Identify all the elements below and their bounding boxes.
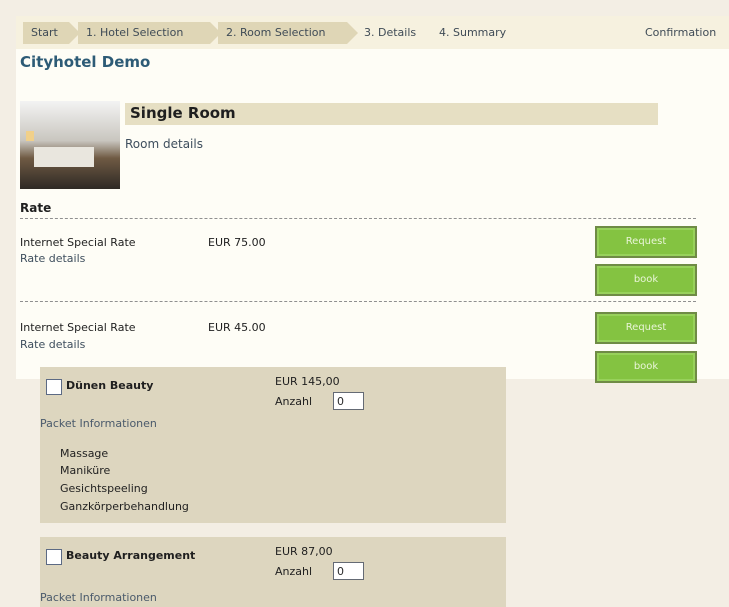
- breadcrumb-start-label: Start: [31, 26, 58, 39]
- package-name-2: Beauty Arrangement: [66, 549, 196, 562]
- room-details-link[interactable]: Room details: [125, 137, 203, 151]
- breadcrumb-start[interactable]: Start: [23, 22, 80, 44]
- rate-details-link-1[interactable]: Rate details: [20, 252, 85, 265]
- package-card: Beauty Arrangement EUR 87,00 Anzahl 0 Pa…: [40, 537, 506, 607]
- breadcrumb-details: 3. Details: [364, 26, 417, 39]
- breadcrumb-confirmation: Confirmation: [645, 26, 717, 39]
- breadcrumb-room-selection-label: 2. Room Selection: [226, 26, 326, 39]
- rate-name-1: Internet Special Rate: [20, 236, 136, 249]
- book-button-1[interactable]: book: [595, 264, 697, 296]
- rate-price-2: EUR 45.00: [208, 321, 266, 334]
- rate-details-link-2[interactable]: Rate details: [20, 338, 85, 351]
- package-checkbox-1[interactable]: [46, 379, 62, 395]
- request-button-1[interactable]: Request: [595, 226, 697, 258]
- service-item: Maniküre: [60, 464, 111, 477]
- breadcrumb-hotel-selection-label: 1. Hotel Selection: [86, 26, 184, 39]
- package-price-2: EUR 87,00: [275, 545, 333, 558]
- package-card: Dünen Beauty EUR 145,00 Anzahl 0 Packet …: [40, 367, 506, 523]
- room-photo: [20, 101, 120, 189]
- packet-info-link-1[interactable]: Packet Informationen: [40, 417, 157, 430]
- divider: [20, 301, 696, 302]
- anzahl-label-2: Anzahl: [275, 565, 313, 578]
- breadcrumb-summary: 4. Summary: [439, 26, 507, 39]
- hotel-title: Cityhotel Demo: [20, 53, 151, 71]
- breadcrumb-hotel-selection[interactable]: 1. Hotel Selection: [78, 22, 221, 44]
- room-name: Single Room: [130, 104, 236, 122]
- quantity-input-2[interactable]: 0: [333, 562, 364, 580]
- request-button-2[interactable]: Request: [595, 312, 697, 344]
- breadcrumb-room-selection[interactable]: 2. Room Selection: [218, 22, 358, 44]
- room-rates-panel: Cityhotel Demo Single Room Room details …: [16, 49, 729, 383]
- rate-name-2: Internet Special Rate: [20, 321, 136, 334]
- bed-shape: [34, 147, 94, 167]
- service-item: Ganzkörperbehandlung: [60, 500, 189, 513]
- package-name-1: Dünen Beauty: [66, 379, 154, 392]
- booking-page: Start 1. Hotel Selection 2. Room Selecti…: [16, 16, 729, 607]
- anzahl-label-1: Anzahl: [275, 395, 313, 408]
- package-checkbox-2[interactable]: [46, 549, 62, 565]
- divider: [20, 218, 696, 219]
- rate-heading: Rate: [20, 201, 52, 215]
- package-price-1: EUR 145,00: [275, 375, 340, 388]
- service-item: Gesichtspeeling: [60, 482, 148, 495]
- service-item: Massage: [60, 447, 109, 460]
- quantity-input-1[interactable]: 0: [333, 392, 364, 410]
- rate-price-1: EUR 75.00: [208, 236, 266, 249]
- book-button-2[interactable]: book: [595, 351, 697, 383]
- breadcrumb: Start 1. Hotel Selection 2. Room Selecti…: [16, 16, 729, 49]
- lamp-shape: [26, 131, 34, 141]
- packet-info-link-2[interactable]: Packet Informationen: [40, 591, 157, 604]
- room-header: Single Room: [125, 103, 658, 125]
